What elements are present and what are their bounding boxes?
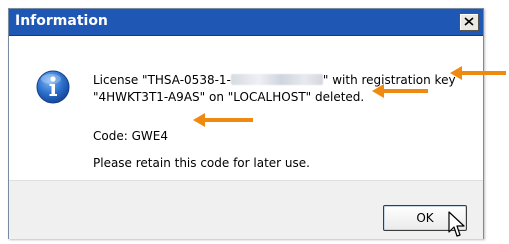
dialog-title: Information [15,13,108,29]
message-line-registration: "4HWKT3T1-A9AS" on "LOCALHOST" deleted. [93,90,365,104]
screenshot-stage: Information License "THSA-0538-1- " with… [0,0,509,244]
message-code: Code: GWE4 [93,129,168,143]
arrow-left-icon [450,66,506,80]
info-icon [36,70,70,104]
redacted-license-segment [230,74,323,85]
close-button[interactable] [459,13,479,31]
dialog-content: License "THSA-0538-1- " with registration… [9,36,483,180]
message-retain-note: Please retain this code for later use. [93,156,310,170]
button-bar: OK [9,180,483,239]
mouse-cursor-icon [448,211,465,237]
title-bar: Information [9,9,483,36]
close-icon [464,17,474,26]
arrow-left-icon [372,84,428,98]
arrow-left-icon [193,113,253,127]
message-license-prefix: License "THSA-0538-1- [93,73,231,87]
